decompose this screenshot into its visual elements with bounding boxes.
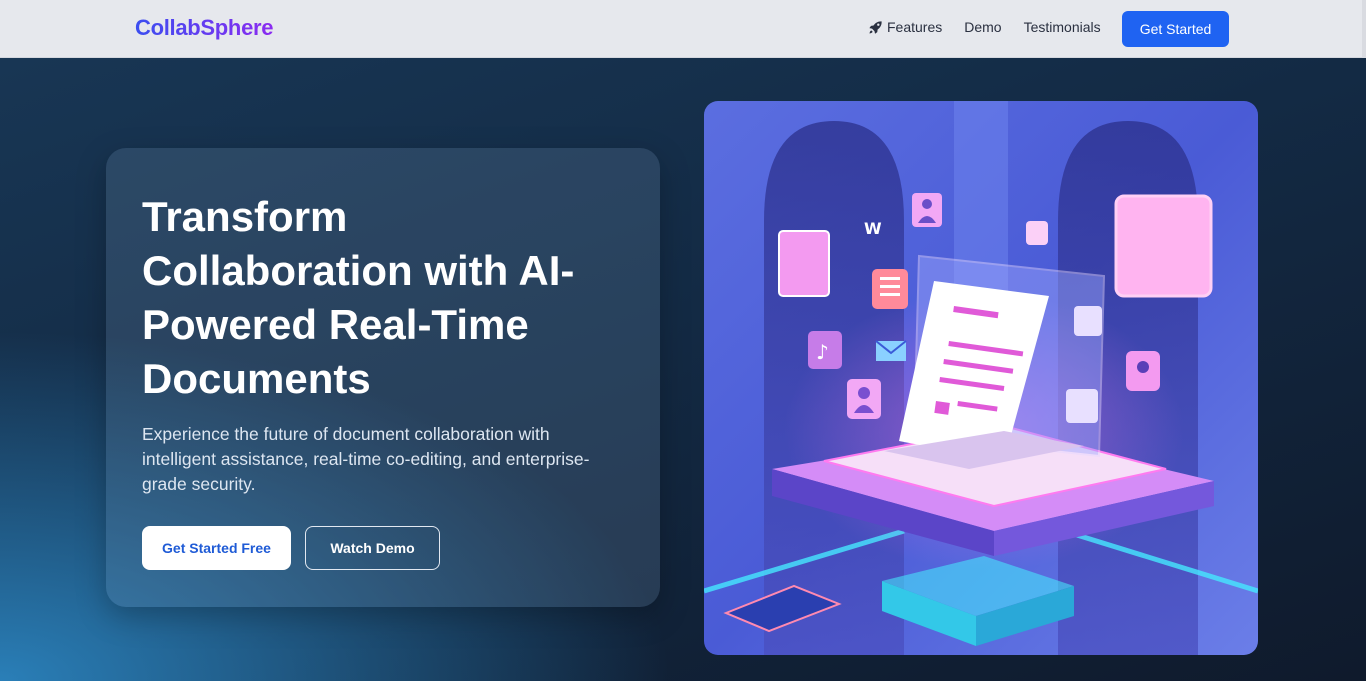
svg-text:♪: ♪ xyxy=(816,340,829,364)
nav-link-features[interactable]: Features xyxy=(868,19,942,35)
hero-card: Transform Collaboration with AI-Powered … xyxy=(106,148,660,607)
rocket-icon xyxy=(868,20,883,35)
get-started-free-button[interactable]: Get Started Free xyxy=(142,526,291,570)
w-letter: W xyxy=(864,219,882,238)
get-started-button[interactable]: Get Started xyxy=(1122,11,1229,47)
nav-links: Features Demo Testimonials xyxy=(868,19,1123,35)
hero-section: Transform Collaboration with AI-Powered … xyxy=(0,58,1366,681)
hero-title: Transform Collaboration with AI-Powered … xyxy=(142,193,575,402)
top-navbar: CollabSphere Features Demo Testimonials … xyxy=(0,0,1366,58)
nav-link-demo[interactable]: Demo xyxy=(964,19,1001,35)
brand-logo[interactable]: CollabSphere xyxy=(135,15,274,41)
hero-illustration: ♪ W xyxy=(704,101,1258,655)
hero-subtitle: Experience the future of document collab… xyxy=(142,424,590,494)
watch-demo-button[interactable]: Watch Demo xyxy=(305,526,440,570)
scrollbar[interactable] xyxy=(1362,0,1366,58)
nav-link-label: Features xyxy=(887,19,943,35)
nav-link-testimonials[interactable]: Testimonials xyxy=(1024,19,1101,35)
